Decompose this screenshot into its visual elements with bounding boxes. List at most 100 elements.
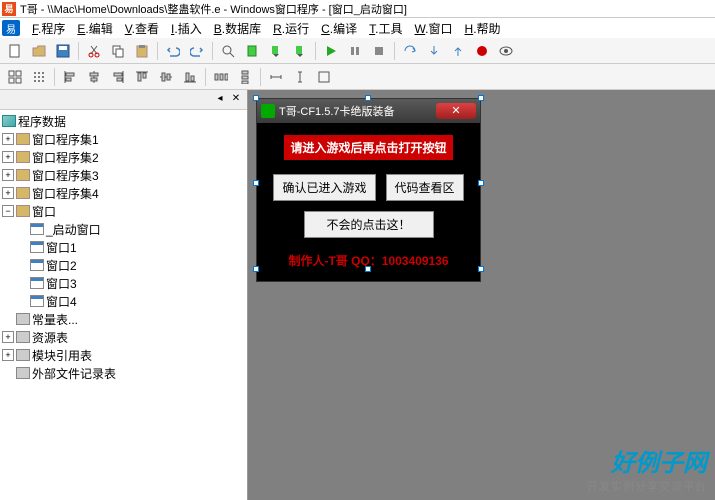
menu-insert[interactable]: I.插入	[165, 18, 208, 39]
watch-button[interactable]	[495, 40, 517, 62]
tree-constants[interactable]: 常量表...	[2, 310, 245, 328]
align-right-button[interactable]	[107, 66, 129, 88]
menu-database[interactable]: B.数据库	[208, 18, 267, 39]
save-button[interactable]	[52, 40, 74, 62]
toolbar-separator	[212, 42, 213, 60]
tree-start-window[interactable]: _启动窗口	[2, 220, 245, 238]
menu-view[interactable]: V.查看	[119, 18, 165, 39]
watermark-sub: 开发实例分享交流平台	[587, 478, 707, 494]
expand-icon[interactable]: +	[2, 187, 14, 199]
tree-group2[interactable]: +窗口程序集2	[2, 148, 245, 166]
tree-header: ◂ ✕	[0, 90, 247, 110]
expand-icon[interactable]: +	[2, 151, 14, 163]
selection-handle[interactable]	[478, 266, 484, 272]
snap-button[interactable]	[28, 66, 50, 88]
align-top-button[interactable]	[131, 66, 153, 88]
expand-icon[interactable]: +	[2, 133, 14, 145]
align-left-button[interactable]	[59, 66, 81, 88]
tree-content[interactable]: 程序数据 +窗口程序集1 +窗口程序集2 +窗口程序集3 +窗口程序集4 −窗口…	[0, 110, 247, 500]
menu-program[interactable]: F.程序	[26, 18, 71, 39]
selection-handle[interactable]	[253, 266, 259, 272]
tree-window1[interactable]: 窗口1	[2, 238, 245, 256]
bookmark-prev-button[interactable]	[265, 40, 287, 62]
open-button[interactable]	[28, 40, 50, 62]
menu-compile[interactable]: C.编译	[315, 18, 363, 39]
tree-pin-button[interactable]: ◂	[213, 93, 227, 107]
folder-icon	[16, 133, 30, 145]
form-body[interactable]: 请进入游戏后再点击打开按钮 确认已进入游戏 代码查看区 不会的点击这！ 制作人-…	[257, 123, 480, 281]
bookmark-button[interactable]	[241, 40, 263, 62]
selection-handle[interactable]	[365, 266, 371, 272]
help-button[interactable]: 不会的点击这！	[304, 211, 434, 238]
tree-group1[interactable]: +窗口程序集1	[2, 130, 245, 148]
selection-handle[interactable]	[478, 95, 484, 101]
tree-window3[interactable]: 窗口3	[2, 274, 245, 292]
run-button[interactable]	[320, 40, 342, 62]
tree-close-button[interactable]: ✕	[229, 93, 243, 107]
distribute-v-button[interactable]	[234, 66, 256, 88]
selection-handle[interactable]	[253, 95, 259, 101]
tree-windows[interactable]: −窗口	[2, 202, 245, 220]
same-height-button[interactable]	[289, 66, 311, 88]
align-center-h-button[interactable]	[83, 66, 105, 88]
menu-run[interactable]: R.运行	[267, 18, 315, 39]
expand-icon[interactable]: +	[2, 169, 14, 181]
selection-handle[interactable]	[365, 95, 371, 101]
new-button[interactable]	[4, 40, 26, 62]
grid-button[interactable]	[4, 66, 26, 88]
tree-label: 外部文件记录表	[32, 365, 116, 382]
tree-resources[interactable]: +资源表	[2, 328, 245, 346]
tree-label: 窗口程序集4	[32, 185, 99, 202]
bookmark-next-button[interactable]	[289, 40, 311, 62]
tree-modules[interactable]: +模块引用表	[2, 346, 245, 364]
breakpoint-button[interactable]	[471, 40, 493, 62]
tree-external[interactable]: 外部文件记录表	[2, 364, 245, 382]
stop-button[interactable]	[368, 40, 390, 62]
menu-edit[interactable]: E.编辑	[71, 18, 118, 39]
form-title-icon	[261, 104, 275, 118]
form-icon	[30, 223, 44, 235]
selection-handle[interactable]	[253, 180, 259, 186]
cut-button[interactable]	[83, 40, 105, 62]
tree-group3[interactable]: +窗口程序集3	[2, 166, 245, 184]
expand-icon[interactable]: +	[2, 331, 14, 343]
same-size-button[interactable]	[313, 66, 335, 88]
align-center-v-button[interactable]	[155, 66, 177, 88]
tree-group4[interactable]: + 窗口程序集4	[2, 184, 245, 202]
tree-label: 窗口3	[46, 275, 77, 292]
paste-button[interactable]	[131, 40, 153, 62]
app-menu-icon[interactable]	[2, 20, 20, 36]
menu-tools[interactable]: T.工具	[363, 18, 408, 39]
find-button[interactable]	[217, 40, 239, 62]
same-width-button[interactable]	[265, 66, 287, 88]
tree-label: 窗口4	[46, 293, 77, 310]
tree-window4[interactable]: 窗口4	[2, 292, 245, 310]
tree-window2[interactable]: 窗口2	[2, 256, 245, 274]
step-over-button[interactable]	[399, 40, 421, 62]
tree-label: 程序数据	[18, 113, 66, 130]
form-designer[interactable]: T哥-CF1.5.7卡绝版装备 ✕ 请进入游戏后再点击打开按钮 确认已进入游戏 …	[248, 90, 715, 500]
button-row: 确认已进入游戏 代码查看区	[265, 174, 472, 201]
redo-button[interactable]	[186, 40, 208, 62]
undo-button[interactable]	[162, 40, 184, 62]
code-view-button[interactable]: 代码查看区	[386, 174, 464, 201]
tree-root[interactable]: 程序数据	[2, 112, 245, 130]
expand-icon[interactable]: +	[2, 349, 14, 361]
folder-icon	[16, 169, 30, 181]
collapse-icon[interactable]: −	[2, 205, 14, 217]
menu-window[interactable]: W.窗口	[409, 18, 459, 39]
form-close-button[interactable]: ✕	[436, 103, 476, 119]
folder-icon	[16, 205, 30, 217]
step-into-button[interactable]	[423, 40, 445, 62]
design-form[interactable]: T哥-CF1.5.7卡绝版装备 ✕ 请进入游戏后再点击打开按钮 确认已进入游戏 …	[256, 98, 481, 282]
pause-button[interactable]	[344, 40, 366, 62]
step-out-button[interactable]	[447, 40, 469, 62]
copy-button[interactable]	[107, 40, 129, 62]
form-titlebar[interactable]: T哥-CF1.5.7卡绝版装备 ✕	[257, 99, 480, 123]
menu-help[interactable]: H.帮助	[459, 18, 507, 39]
selection-handle[interactable]	[478, 180, 484, 186]
confirm-enter-button[interactable]: 确认已进入游戏	[273, 174, 375, 201]
align-bottom-button[interactable]	[179, 66, 201, 88]
form-icon	[30, 259, 44, 271]
distribute-h-button[interactable]	[210, 66, 232, 88]
